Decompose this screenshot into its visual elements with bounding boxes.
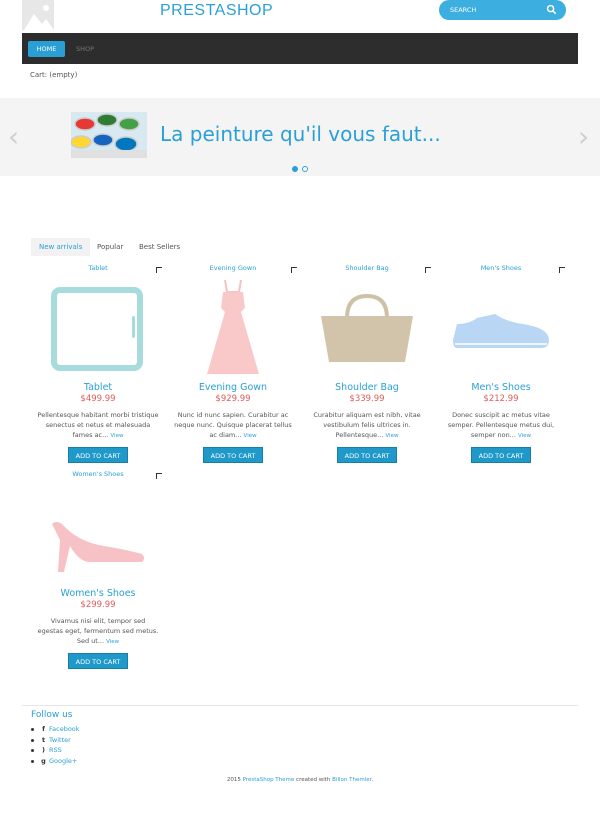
google-plus-icon: g [41, 756, 46, 765]
heel-icon[interactable] [48, 484, 148, 584]
product-card: Women's Shoes Women's Shoes $299.99 Viva… [31, 470, 165, 675]
tab-popular[interactable]: Popular [89, 238, 131, 256]
brand-title[interactable]: PRESTASHOP [160, 2, 273, 20]
product-price: $929.99 [215, 394, 251, 404]
themler-link[interactable]: Billon Themler [332, 777, 371, 783]
rss-icon: ) [42, 746, 45, 754]
paint-cans-image [71, 112, 147, 158]
product-price: $212.99 [483, 394, 519, 404]
product-card: Evening Gown Evening Gown $929.99 Nunc i… [166, 264, 300, 469]
product-name[interactable]: Evening Gown [166, 382, 300, 393]
social-link-twitter[interactable]: t Twitter [31, 735, 80, 746]
search-bar[interactable]: SEARCH [439, 0, 566, 20]
main-nav: HOME SHOP [22, 33, 578, 64]
product-name[interactable]: Shoulder Bag [300, 382, 434, 393]
slider-prev-icon[interactable]: ‹ [8, 120, 19, 153]
dress-icon[interactable] [183, 278, 283, 378]
add-to-cart-button[interactable]: ADD TO CART [471, 447, 531, 463]
product-top-link[interactable]: Men's Shoes [434, 264, 568, 272]
view-link[interactable]: View [244, 433, 257, 439]
compare-checkbox[interactable] [156, 267, 162, 273]
social-link-facebook[interactable]: f Facebook [31, 724, 80, 735]
slide-title[interactable]: La peinture qu'il vous faut... [160, 122, 441, 146]
product-description: Donec suscipit ac metus vitae semper. Pe… [440, 410, 562, 441]
follow-us-heading: Follow us [31, 710, 73, 720]
social-links: f Facebook t Twitter ) RSS g Google+ [31, 724, 80, 766]
add-to-cart-button[interactable]: ADD TO CART [68, 447, 128, 463]
copyright: 2015 PrestaShop Theme created with Billo… [226, 777, 374, 783]
search-icon[interactable] [546, 4, 557, 15]
product-card: Tablet Tablet $499.99 Pellentesque habit… [31, 264, 165, 469]
footer-divider [22, 705, 578, 706]
product-description: Nunc id nunc sapien. Curabitur ac neque … [172, 410, 294, 441]
slider-next-icon[interactable]: › [578, 120, 589, 153]
product-price: $499.99 [80, 394, 116, 404]
tab-best-sellers[interactable]: Best Sellers [131, 238, 188, 256]
product-description-text: Vivamus nisi elit, tempor sed egestas eg… [37, 617, 159, 645]
product-description: Curabitur aliquam est nibh, vitae vestib… [306, 410, 428, 441]
slider-dot-2[interactable] [302, 166, 308, 172]
product-top-link[interactable]: Women's Shoes [31, 470, 165, 478]
view-link[interactable]: View [106, 639, 119, 645]
tablet-icon[interactable] [48, 278, 148, 378]
social-link-rss[interactable]: ) RSS [31, 745, 80, 756]
view-link[interactable]: View [518, 433, 531, 439]
bag-icon[interactable] [317, 278, 417, 378]
product-card: Men's Shoes Men's Shoes $212.99 Donec su… [434, 264, 568, 469]
product-price: $339.99 [349, 394, 385, 404]
compare-checkbox[interactable] [425, 267, 431, 273]
nav-shop[interactable]: SHOP [76, 41, 94, 57]
compare-checkbox[interactable] [559, 267, 565, 273]
product-description-text: Donec suscipit ac metus vitae semper. Pe… [447, 411, 555, 439]
product-top-link[interactable]: Tablet [31, 264, 165, 272]
twitter-icon: t [41, 735, 46, 744]
product-price: $299.99 [80, 600, 116, 610]
facebook-icon: f [42, 725, 45, 733]
product-card: Shoulder Bag Shoulder Bag $339.99 Curabi… [300, 264, 434, 469]
nav-home[interactable]: HOME [28, 41, 65, 57]
add-to-cart-button[interactable]: ADD TO CART [203, 447, 263, 463]
product-name[interactable]: Tablet [31, 382, 165, 393]
social-link-google-plus[interactable]: g Google+ [31, 756, 80, 767]
product-description-text: Nunc id nunc sapien. Curabitur ac neque … [174, 411, 292, 439]
product-description: Pellentesque habitant morbi tristique se… [37, 410, 159, 441]
compare-checkbox[interactable] [291, 267, 297, 273]
search-input[interactable]: SEARCH [450, 6, 476, 14]
view-link[interactable]: View [110, 433, 123, 439]
product-name[interactable]: Women's Shoes [31, 588, 165, 599]
logo-placeholder-icon[interactable] [22, 0, 54, 30]
add-to-cart-button[interactable]: ADD TO CART [68, 653, 128, 669]
product-description-text: Pellentesque habitant morbi tristique se… [37, 411, 159, 439]
cart-status[interactable]: Cart: (empty) [30, 71, 77, 79]
compare-checkbox[interactable] [156, 473, 162, 479]
add-to-cart-button[interactable]: ADD TO CART [337, 447, 397, 463]
product-top-link[interactable]: Shoulder Bag [300, 264, 434, 272]
product-description: Vivamus nisi elit, tempor sed egestas eg… [37, 616, 159, 647]
tab-new-arrivals[interactable]: New arrivals [31, 238, 91, 256]
prestashop-theme-link[interactable]: PrestaShop Theme [243, 777, 295, 783]
mens-shoe-icon[interactable] [451, 278, 551, 378]
hero-slider: ‹ La peinture qu'il vous faut... › [0, 98, 600, 176]
view-link[interactable]: View [385, 433, 398, 439]
slider-dot-1[interactable] [292, 166, 298, 172]
product-name[interactable]: Men's Shoes [434, 382, 568, 393]
product-top-link[interactable]: Evening Gown [166, 264, 300, 272]
product-description-text: Curabitur aliquam est nibh, vitae vestib… [313, 411, 421, 439]
